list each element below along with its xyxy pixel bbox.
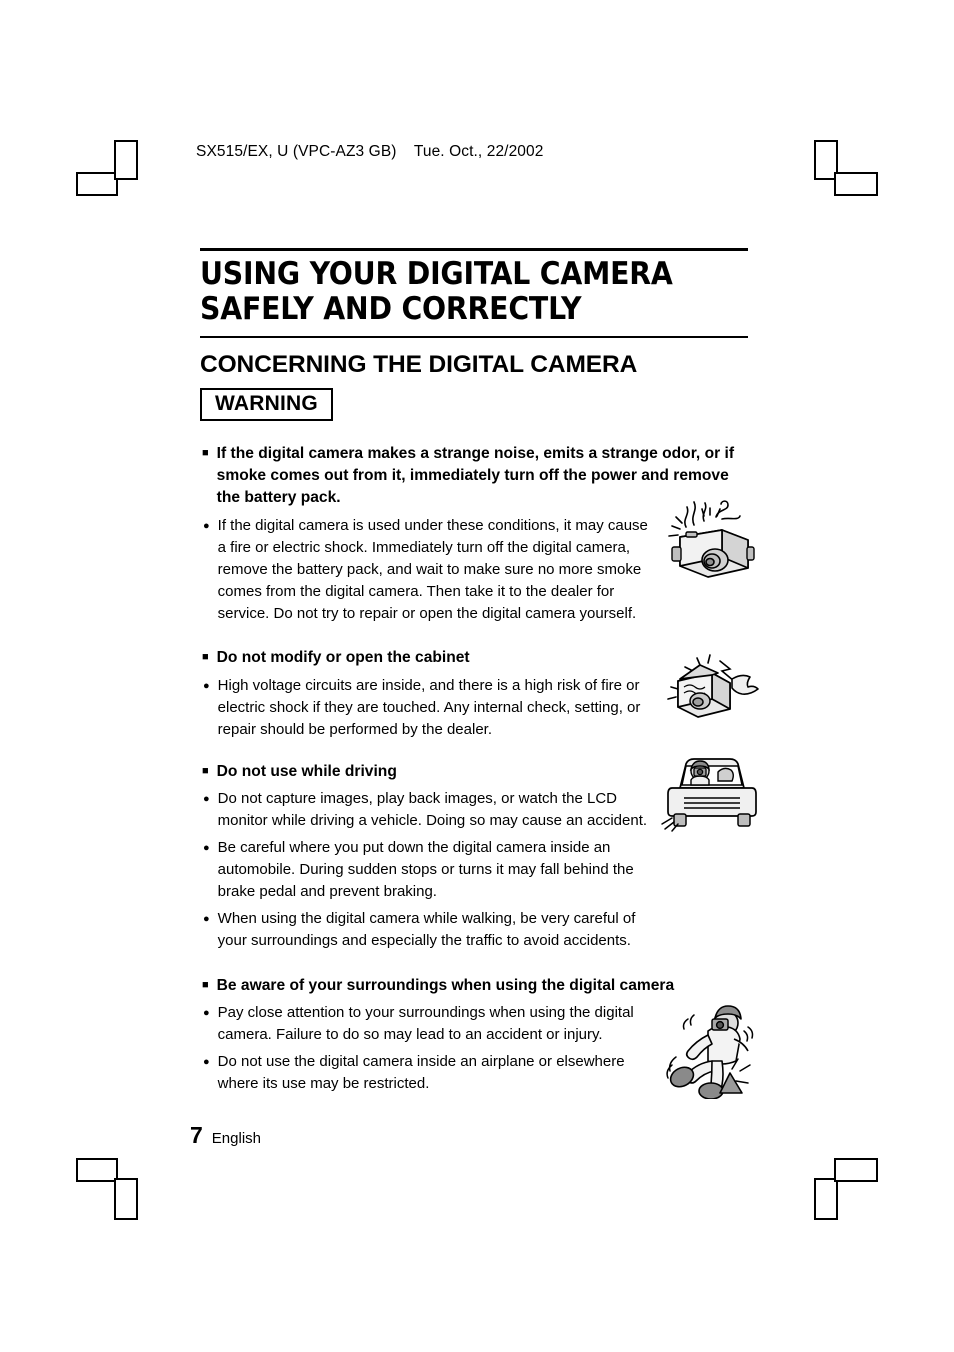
round-bullet-icon: ● (203, 1006, 210, 1019)
list-item-text: Do not capture images, play back images,… (217, 790, 648, 830)
round-bullet-icon: ● (203, 679, 210, 692)
round-bullet-icon: ● (203, 842, 210, 855)
square-bullet-icon: ■ (202, 446, 209, 459)
item-heading: ■ Be aware of your surroundings when usi… (200, 975, 748, 997)
title-rule-bottom (200, 335, 748, 338)
opened-camera-shock-illustration (660, 645, 764, 731)
round-bullet-icon: ● (203, 793, 210, 806)
crop-mark-top-right (812, 140, 878, 204)
page-footer: 7 English (190, 1122, 261, 1149)
list-item-text: When using the digital camera while walk… (217, 910, 636, 950)
section-title: CONCERNING THE DIGITAL CAMERA (200, 350, 638, 378)
page-number: 7 (190, 1122, 203, 1148)
list-item: ● When using the digital camera while wa… (200, 908, 748, 952)
crop-mark-bar-vertical (814, 1178, 838, 1220)
round-bullet-icon: ● (203, 913, 210, 926)
crop-mark-top-left (76, 140, 142, 204)
page-title: USING YOUR DIGITAL CAMERA SAFELY AND COR… (200, 256, 673, 328)
crop-mark-bottom-right (812, 1158, 878, 1222)
crop-mark-bar-vertical (114, 1178, 138, 1220)
item-heading-text: Be aware of your surroundings when using… (216, 976, 675, 994)
list-item-text: High voltage circuits are inside, and th… (217, 676, 641, 738)
crop-mark-bar-horizontal (834, 1158, 878, 1182)
crop-mark-bar-horizontal (76, 172, 118, 196)
square-bullet-icon: ■ (202, 651, 209, 664)
title-rule-top (200, 248, 748, 251)
person-tripping-illustration (660, 995, 764, 1099)
smoking-camera-illustration (660, 485, 764, 589)
list-item-text: Pay close attention to your surroundings… (217, 1003, 634, 1043)
list-item-text: Do not use the digital camera inside an … (217, 1053, 625, 1093)
crop-mark-bar-horizontal (834, 172, 878, 196)
crop-mark-bar-horizontal (76, 1158, 118, 1182)
round-bullet-icon: ● (203, 1056, 210, 1069)
square-bullet-icon: ■ (202, 764, 209, 777)
crop-mark-bar-vertical (114, 140, 138, 180)
square-bullet-icon: ■ (202, 978, 209, 991)
driver-with-camera-illustration (660, 750, 764, 836)
running-head: SX515/EX, U (VPC-AZ3 GB) Tue. Oct., 22/2… (196, 143, 544, 160)
crop-mark-bottom-left (76, 1158, 142, 1222)
round-bullet-icon: ● (203, 519, 210, 532)
page-language-label: English (211, 1130, 261, 1147)
list-item: ● Be careful where you put down the digi… (200, 837, 748, 903)
warning-badge: WARNING (200, 387, 333, 421)
list-item-text: If the digital camera is used under thes… (217, 516, 648, 623)
list-item-text: Be careful where you put down the digita… (217, 839, 634, 901)
